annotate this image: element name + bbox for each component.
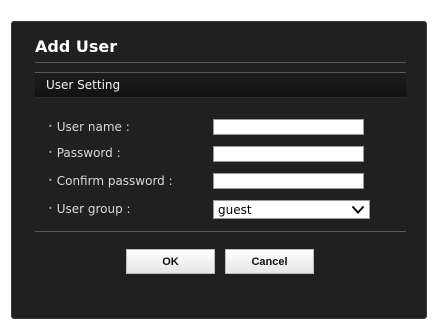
section-header: User Setting [35,72,406,98]
password-label: Password : [56,146,121,160]
user-group-label: User group : [56,202,131,216]
confirm-password-label: Confirm password : [56,174,173,188]
confirm-password-label-row: • Confirm password : [48,174,173,188]
user-group-selected-value: guest [218,203,252,217]
confirm-password-input[interactable] [213,173,364,189]
bullet-icon: • [48,148,53,157]
bullet-icon: • [48,176,53,185]
bullet-icon: • [48,122,53,131]
add-user-dialog: Add User User Setting • User name : • Pass… [11,21,427,319]
dialog-title: Add User [35,37,118,56]
chevron-down-icon [351,205,365,214]
title-divider [35,62,406,63]
password-label-row: • Password : [48,146,121,160]
user-group-label-row: • User group : [48,202,131,216]
cancel-button[interactable]: Cancel [225,249,314,274]
section-title: User Setting [46,78,121,92]
ok-button[interactable]: OK [126,249,215,274]
bullet-icon: • [48,204,53,213]
password-input[interactable] [213,146,364,162]
bottom-divider [35,231,406,232]
username-input[interactable] [213,119,364,135]
username-label: User name : [56,120,130,134]
user-group-select[interactable]: guest [213,200,370,219]
username-label-row: • User name : [48,120,130,134]
